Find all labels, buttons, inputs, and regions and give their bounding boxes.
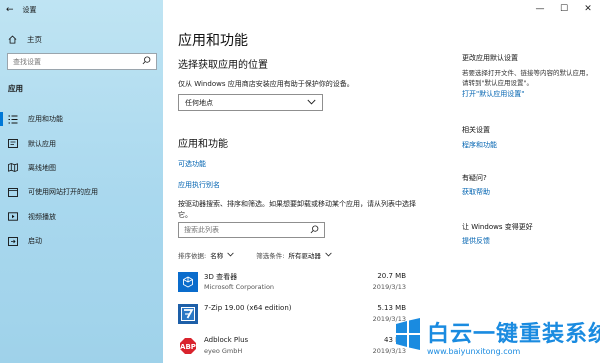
home-icon [8,35,17,44]
main-content: 应用和功能 选择获取应用的位置 仅从 Windows 应用商店安装应用有助于保护… [178,0,448,363]
sidebar-item-label: 视频播放 [28,212,56,221]
3d-viewer-icon [178,272,198,292]
install-source-description: 仅从 Windows 应用商店安装应用有助于保护你的设备。 [178,80,354,88]
sidebar-item-label: 默认应用 [28,139,56,148]
watermark-text: 白云一键重装系统 [427,322,600,347]
sidebar-item-label: 可使用网站打开的应用 [28,188,98,197]
default-apps-icon [8,139,18,149]
app-list: 3D 查看器 Microsoft Corporation 20.7 MB 201… [178,268,406,363]
app-list-search-input[interactable] [184,226,302,234]
app-size: 20.7 MB [377,272,406,280]
chevron-down-icon[interactable] [227,251,234,259]
search-description: 按驱动器搜索、排序和筛选。如果想要卸载或移动某个应用，请从列表中选择它。 [178,200,416,219]
close-icon: ✕ [584,4,592,14]
question-heading: 有疑问? [462,174,487,182]
app-size: 5.13 MB [377,304,406,312]
improve-windows-heading: 让 Windows 变得更好 [462,223,533,231]
default-settings-heading: 更改应用默认设置 [462,54,518,62]
sidebar-item-apps-features[interactable]: 应用和功能 [0,107,163,131]
watermark: 白云一键重装系统 www.baiyunxitong.com [393,316,600,361]
chevron-down-icon[interactable] [325,251,332,259]
adblock-icon: ABP [178,336,198,356]
sort-dropdown[interactable]: 名称 [210,250,223,260]
sidebar-item-offline-maps[interactable]: 离线地图 [0,156,163,180]
app-execution-aliases-link[interactable]: 应用执行别名 [178,180,220,190]
offline-map-icon [8,163,18,173]
sidebar-item-startup[interactable]: 启动 [0,229,163,253]
sidebar-item-home[interactable]: 主页 [8,34,42,45]
filter-label: 筛选条件: [256,252,285,260]
maximize-button[interactable]: ☐ [552,0,576,18]
install-source-dropdown[interactable]: 任何地点 [178,94,323,111]
apps-list-icon [8,115,18,124]
sidebar-item-video-playback[interactable]: 视频播放 [0,205,163,229]
sidebar: ← 设置 主页 应用 应用和功能 默认应用 [0,0,163,363]
app-publisher: eyeo GmbH [204,347,243,355]
get-help-link[interactable]: 获取帮助 [462,187,490,197]
search-icon[interactable] [142,56,151,67]
sidebar-item-default-apps[interactable]: 默认应用 [0,131,163,155]
settings-search-box[interactable] [7,53,157,70]
watermark-url: www.baiyunxitong.com [427,347,521,356]
sidebar-item-label: 启动 [28,237,42,246]
sidebar-item-web-apps[interactable]: 可使用网站打开的应用 [0,180,163,204]
app-list-item[interactable]: 7-Zip 19.00 (x64 edition) 5.13 MB 2019/3… [178,300,406,332]
app-install-date: 2019/3/13 [372,283,406,291]
programs-features-link[interactable]: 程序和功能 [462,140,497,150]
startup-icon [8,236,18,246]
title-bar: ← 设置 [6,4,37,16]
sort-filter-row: 排序依据: 名称 筛选条件: 所有驱动器 [178,250,332,260]
app-list-item[interactable]: 3D 查看器 Microsoft Corporation 20.7 MB 201… [178,268,406,300]
settings-search-input[interactable] [13,57,133,66]
back-arrow-icon[interactable]: ← [6,5,14,15]
window-controls: — ☐ ✕ [528,0,600,20]
chevron-down-icon [307,99,316,107]
install-source-value: 任何地点 [185,98,213,107]
sidebar-item-label: 应用和功能 [28,115,63,124]
app-name: 7-Zip 19.00 (x64 edition) [204,304,292,312]
minimize-icon: — [535,4,545,14]
related-settings-heading: 相关设置 [462,126,490,134]
app-list-search-box[interactable] [178,222,325,238]
page-title: 应用和功能 [178,33,248,49]
maximize-icon: ☐ [559,4,569,14]
app-list-item[interactable]: ABP Adblock Plus eyeo GmbH 43 MB 2019/3/… [178,332,406,363]
sidebar-nav: 应用和功能 默认应用 离线地图 可使用网站打开的应用 视频播放 启动 [0,107,163,253]
7zip-icon [178,304,198,324]
close-button[interactable]: ✕ [576,0,600,18]
watermark-logo-icon [393,318,423,350]
web-apps-icon [8,187,18,197]
sidebar-item-label: 主页 [27,35,42,44]
minimize-button[interactable]: — [528,0,552,18]
app-name: 3D 查看器 [204,273,238,281]
app-name: Adblock Plus [204,336,249,344]
sidebar-section-apps: 应用 [8,84,23,93]
search-icon[interactable] [310,224,319,236]
video-playback-icon [8,212,18,221]
install-source-heading: 选择获取应用的位置 [178,60,268,71]
feedback-link[interactable]: 提供反馈 [462,236,490,246]
sort-label: 排序依据: [178,252,207,260]
app-publisher: Microsoft Corporation [204,283,275,291]
svg-text:ABP: ABP [180,343,196,351]
default-settings-description: 若要选择打开文件、链接等内容的默认应用，请转到"默认应用设置"。 [462,69,592,87]
sidebar-item-label: 离线地图 [28,163,56,172]
open-default-apps-link[interactable]: 打开"默认应用设置" [462,89,524,99]
apps-features-heading: 应用和功能 [178,139,228,150]
optional-features-link[interactable]: 可选功能 [178,159,206,169]
window-title: 设置 [22,6,37,14]
filter-dropdown[interactable]: 所有驱动器 [288,250,321,260]
